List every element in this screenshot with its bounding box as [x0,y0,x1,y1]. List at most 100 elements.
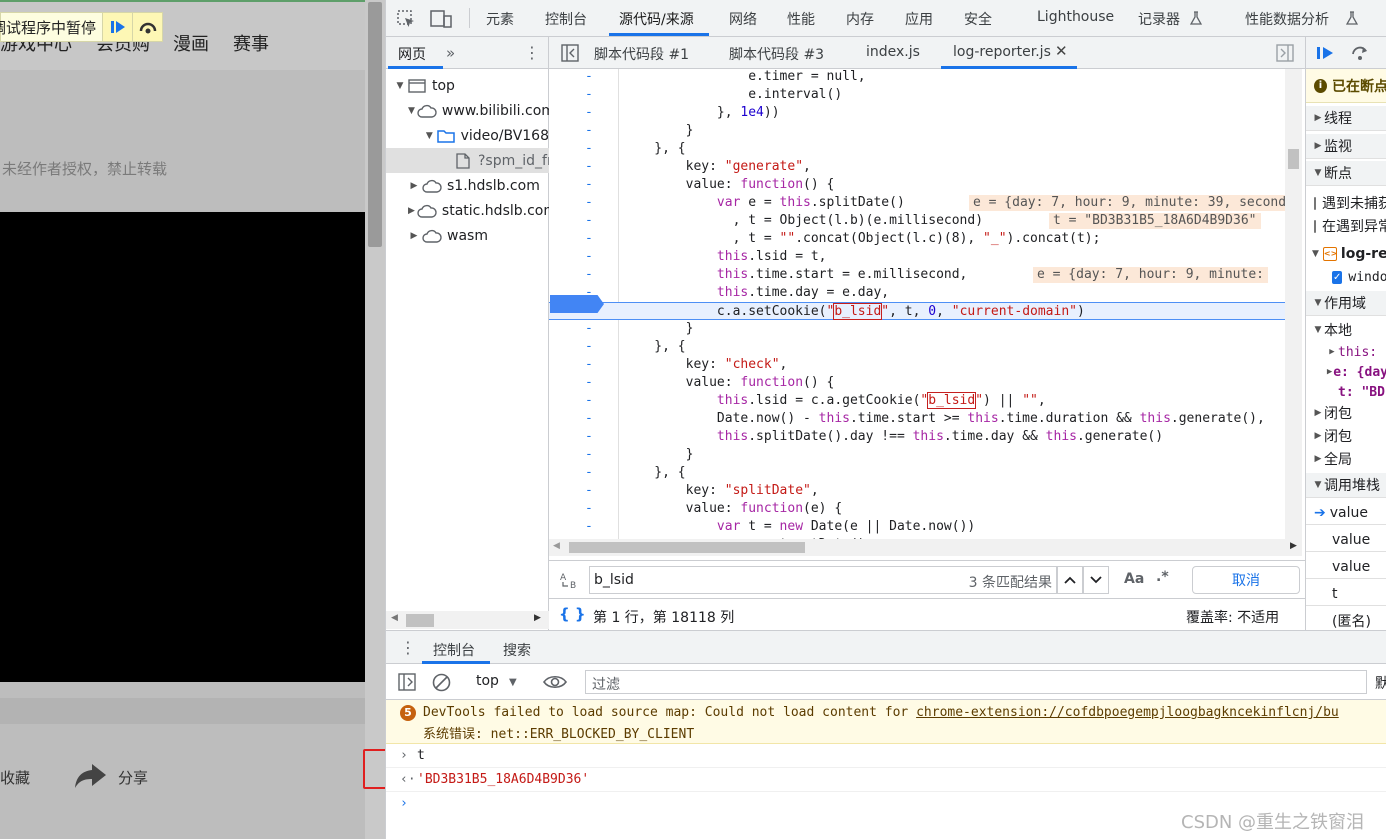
code-line[interactable]: - }, { [549,140,1285,158]
line-number[interactable]: - [585,86,597,104]
tab-performance[interactable]: 性能 [787,9,815,29]
tree-item-static-hdslb[interactable]: ▶ static.hdslb.com [386,198,549,223]
editor-tab-index-js[interactable]: index.js [866,44,920,60]
scroll-right-icon[interactable]: ▶ [534,613,541,623]
line-number[interactable]: - [585,356,597,374]
nav-comics[interactable]: 漫画 [173,30,209,56]
scope-closure-2[interactable]: ▶ 闭包 [1306,424,1386,448]
code-editor[interactable]: - e.timer = null, - e.interval() - }, 1e4)… [549,69,1285,539]
line-number[interactable]: - [585,464,597,482]
inspect-element-icon[interactable] [396,9,416,29]
breakpoint-checkbox[interactable]: ✓ [1332,270,1343,284]
device-toolbar-icon[interactable] [430,9,452,29]
section-breakpoints[interactable]: ▼ 断点 [1306,161,1386,186]
code-line[interactable]: - this.lsid = t, [549,248,1285,266]
breakpoint-entry[interactable]: ✓ window [1306,265,1386,289]
navigator-hscroll-thumb[interactable] [406,614,434,627]
tab-application[interactable]: 应用 [905,9,933,29]
tab-sources[interactable]: 源代码/来源 [619,9,694,29]
editor-hscrollbar[interactable]: ◀ ▶ [549,539,1302,556]
code-line[interactable]: - var t = new Date(e || Date.now()) [549,518,1285,536]
line-number[interactable]: - [585,104,597,122]
drawer-menu-icon[interactable]: ⋮ [400,638,416,657]
share-button[interactable]: 分享 [118,767,148,788]
console-output-value[interactable]: 'BD3B31B5_18A6D4B9D36' [417,772,589,787]
breakpoint-file-row[interactable]: ▼<>log-reporter.js [1306,242,1386,266]
tree-item-top[interactable]: ▼ top [386,73,549,98]
find-next-button[interactable] [1083,566,1109,594]
find-previous-button[interactable] [1057,566,1083,594]
tab-memory[interactable]: 内存 [846,9,874,29]
code-line[interactable]: - value: function() { [549,374,1285,392]
code-line[interactable]: - }, { [549,338,1285,356]
line-number[interactable]: - [585,446,597,464]
tab-recorder[interactable]: 记录器 [1138,9,1180,29]
call-frame-current[interactable]: ➔ value [1306,501,1386,525]
tab-page[interactable]: 网页 [398,44,426,64]
nav-esports[interactable]: 赛事 [233,30,269,56]
line-number[interactable]: - [585,320,597,338]
editor-tab-log-reporter[interactable]: log-reporter.js [953,44,1051,60]
live-expression-eye-icon[interactable] [543,674,567,690]
video-player[interactable] [0,212,365,682]
editor-tab-snippet1[interactable]: 脚本代码段 #1 [594,44,689,64]
tree-item-s1-hdslb[interactable]: ▶ s1.hdslb.com [386,173,549,198]
line-number[interactable]: - [585,69,597,86]
step-over-button[interactable] [132,13,163,41]
code-line[interactable]: - this.time.day = e.day, [549,284,1285,302]
code-line[interactable]: - key: "check", [549,356,1285,374]
line-number[interactable]: - [585,500,597,518]
section-watch[interactable]: ▶ 监视 [1306,134,1386,159]
code-line[interactable]: - e.interval() [549,86,1285,104]
checkbox[interactable] [1314,196,1316,210]
line-number[interactable]: - [585,176,597,194]
editor-vscrollbar[interactable] [1285,69,1302,539]
code-line[interactable]: - }, 1e4)) [549,104,1285,122]
code-line[interactable]: - , t = "".concat(Object(l.c)(8), "_").c… [549,230,1285,248]
line-number[interactable]: - [585,428,597,446]
editor-tab-snippet3[interactable]: 脚本代码段 #3 [729,44,824,64]
checkbox[interactable] [1314,219,1316,233]
line-number[interactable]: - [585,248,597,266]
code-line[interactable]: - } [549,446,1285,464]
line-number[interactable]: - [585,392,597,410]
line-number[interactable]: - [585,194,597,212]
drawer-tab-console[interactable]: 控制台 [433,640,475,660]
line-number[interactable]: - [585,158,597,176]
navigator-hscrollbar[interactable]: ◀ ▶ [386,611,549,629]
line-number[interactable]: - [585,518,597,536]
clear-console-icon[interactable] [432,673,451,692]
code-line[interactable]: - } [549,320,1285,338]
code-line[interactable]: - key: "splitDate", [549,482,1285,500]
line-number[interactable]: - [585,374,597,392]
call-frame[interactable]: (匿名) [1306,609,1386,630]
page-scrollbar-thumb[interactable] [368,2,382,247]
scope-global[interactable]: ▶ 全局 [1306,447,1386,471]
resume-button[interactable] [102,13,133,41]
line-number[interactable]: - [585,410,597,428]
step-over-icon[interactable] [1350,45,1370,61]
scope-local[interactable]: ▼ 本地 [1306,318,1386,342]
code-line[interactable]: - this.splitDate().day !== this.time.day… [549,428,1285,446]
line-number[interactable]: - [585,266,597,284]
code-line[interactable]: - }, { [549,464,1285,482]
code-line[interactable]: - key: "generate", [549,158,1285,176]
tree-item-page-file[interactable]: ?spm_id_from [386,148,549,173]
tab-lighthouse[interactable]: Lighthouse [1037,9,1114,25]
more-tabs-icon[interactable]: » [446,44,455,62]
code-line[interactable]: - this.lsid = c.a.getCookie("b_lsid") ||… [549,392,1285,410]
kebab-menu-icon[interactable]: ⋮ [524,43,540,62]
breakpoint-marker[interactable] [550,295,604,313]
resume-icon[interactable] [1316,45,1334,61]
log-levels-dropdown[interactable]: 默认 [1375,673,1386,693]
match-case-toggle[interactable]: Aa [1124,571,1144,587]
favorite-button[interactable]: 收藏 [0,767,30,788]
context-selector[interactable]: top ▼ [476,673,517,689]
call-frame[interactable]: t [1306,582,1386,606]
tree-item-wasm[interactable]: ▶ wasm [386,223,549,248]
call-frame[interactable]: value [1306,555,1386,579]
pause-uncaught-option[interactable]: 遇到未捕获的异常时暂停 [1306,191,1386,215]
toggle-sidebar-icon[interactable] [398,673,416,691]
editor-hscroll-thumb[interactable] [569,542,805,553]
regex-toggle[interactable]: .* [1156,569,1169,585]
